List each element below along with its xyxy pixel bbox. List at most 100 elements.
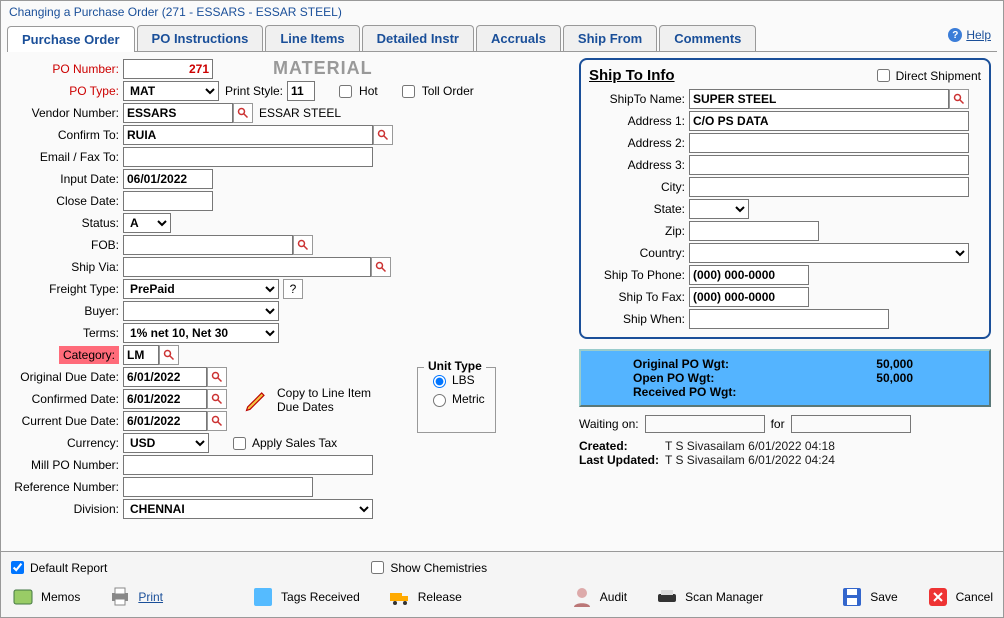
orig-due-input[interactable] <box>123 367 207 387</box>
default-report-checkbox[interactable] <box>11 561 24 574</box>
division-select[interactable]: CHENNAI <box>123 499 373 519</box>
freight-help-button[interactable]: ? <box>283 279 303 299</box>
help-icon: ? <box>948 28 962 42</box>
shipto-state-select[interactable] <box>689 199 749 219</box>
weights-panel: Original PO Wgt:50,000 Open PO Wgt:50,00… <box>579 349 991 407</box>
created-label: Created: <box>579 439 659 453</box>
ref-num-input[interactable] <box>123 477 313 497</box>
shipto-when-input[interactable] <box>689 309 889 329</box>
unit-lbs-radio[interactable]: LBS <box>428 372 475 388</box>
conf-date-input[interactable] <box>123 389 207 409</box>
unit-metric-radio[interactable]: Metric <box>428 391 485 407</box>
apply-tax-checkbox-label[interactable]: Apply Sales Tax <box>229 434 337 453</box>
po-number-input[interactable] <box>123 59 213 79</box>
ship-to-header: Ship To Info <box>589 67 675 84</box>
show-chemistries-checkbox-label[interactable]: Show Chemistries <box>367 558 487 577</box>
vendor-number-input[interactable] <box>123 103 233 123</box>
audit-button[interactable]: Audit <box>566 583 631 611</box>
copy-due-dates-button[interactable]: Copy to Line Item Due Dates <box>243 367 387 433</box>
tab-ship-from[interactable]: Ship From <box>563 25 657 51</box>
default-report-checkbox-label[interactable]: Default Report <box>7 558 107 577</box>
release-button[interactable]: Release <box>384 583 466 611</box>
save-button[interactable]: Save <box>836 583 901 611</box>
open-wgt-label: Open PO Wgt: <box>633 371 714 385</box>
po-type-select[interactable]: MAT <box>123 81 219 101</box>
magnifier-icon <box>163 349 175 361</box>
help-link[interactable]: ? Help <box>948 28 991 42</box>
truck-icon <box>388 585 412 609</box>
shipto-addr1-input[interactable] <box>689 111 969 131</box>
shipto-name-label: ShipTo Name: <box>589 92 689 106</box>
apply-tax-checkbox[interactable] <box>233 437 246 450</box>
material-header: MATERIAL <box>273 58 373 79</box>
input-date-field[interactable] <box>123 169 213 189</box>
show-chemistries-checkbox[interactable] <box>371 561 384 574</box>
tab-purchase-order[interactable]: Purchase Order <box>7 26 135 52</box>
shipto-zip-input[interactable] <box>689 221 819 241</box>
shipto-phone-input[interactable] <box>689 265 809 285</box>
status-select[interactable]: A <box>123 213 171 233</box>
magnifier-icon <box>377 129 389 141</box>
scanner-icon <box>655 585 679 609</box>
confirm-to-input[interactable] <box>123 125 373 145</box>
shipto-fax-input[interactable] <box>689 287 809 307</box>
toll-checkbox-label[interactable]: Toll Order <box>398 82 474 101</box>
memos-button[interactable]: Memos <box>7 583 84 611</box>
updated-value: T S Sivasailam 6/01/2022 04:24 <box>665 453 835 467</box>
toll-checkbox[interactable] <box>402 85 415 98</box>
tab-detailed-instr[interactable]: Detailed Instr <box>362 25 474 51</box>
category-label: Category: <box>7 348 123 362</box>
mill-po-input[interactable] <box>123 455 373 475</box>
shipto-city-input[interactable] <box>689 177 969 197</box>
ship-via-input[interactable] <box>123 257 371 277</box>
buyer-select[interactable] <box>123 301 279 321</box>
print-button[interactable]: Print <box>104 583 167 611</box>
fob-lookup-button[interactable] <box>293 235 313 255</box>
confirm-to-lookup-button[interactable] <box>373 125 393 145</box>
waiting-on-input[interactable] <box>645 415 765 433</box>
curr-due-input[interactable] <box>123 411 207 431</box>
hot-checkbox-label[interactable]: Hot <box>335 82 378 101</box>
shipto-addr3-input[interactable] <box>689 155 969 175</box>
terms-select[interactable]: 1% net 10, Net 30 <box>123 323 279 343</box>
shipto-fax-label: Ship To Fax: <box>589 290 689 304</box>
orig-due-lookup-button[interactable] <box>207 367 227 387</box>
magnifier-icon <box>211 393 223 405</box>
ship-to-panel: Ship To Info Direct Shipment ShipTo Name… <box>579 58 991 339</box>
close-date-field[interactable] <box>123 191 213 211</box>
email-fax-input[interactable] <box>123 147 373 167</box>
direct-shipment-checkbox[interactable] <box>877 69 890 82</box>
hot-checkbox[interactable] <box>339 85 352 98</box>
category-input[interactable] <box>123 345 159 365</box>
shipto-name-input[interactable] <box>689 89 949 109</box>
copy-due-dates-label: Copy to Line Item Due Dates <box>277 386 387 414</box>
waiting-for-input[interactable] <box>791 415 911 433</box>
shipto-country-select[interactable] <box>689 243 969 263</box>
ship-via-lookup-button[interactable] <box>371 257 391 277</box>
shipto-name-lookup-button[interactable] <box>949 89 969 109</box>
print-style-input[interactable] <box>287 81 315 101</box>
vendor-lookup-button[interactable] <box>233 103 253 123</box>
tab-line-items[interactable]: Line Items <box>265 25 359 51</box>
close-date-label: Close Date: <box>7 194 123 208</box>
fob-input[interactable] <box>123 235 293 255</box>
direct-shipment-checkbox-label[interactable]: Direct Shipment <box>873 66 981 85</box>
currency-select[interactable]: USD <box>123 433 209 453</box>
vendor-name-text: ESSAR STEEL <box>259 106 341 120</box>
recv-wgt-label: Received PO Wgt: <box>633 385 736 399</box>
freight-type-select[interactable]: PrePaid <box>123 279 279 299</box>
tab-po-instructions[interactable]: PO Instructions <box>137 25 264 51</box>
curr-due-lookup-button[interactable] <box>207 411 227 431</box>
magnifier-icon <box>211 415 223 427</box>
cancel-button[interactable]: Cancel <box>922 583 997 611</box>
category-lookup-button[interactable] <box>159 345 179 365</box>
tab-comments[interactable]: Comments <box>659 25 756 51</box>
created-value: T S Sivasailam 6/01/2022 04:18 <box>665 439 835 453</box>
tags-received-button[interactable]: Tags Received <box>247 583 364 611</box>
scan-manager-button[interactable]: Scan Manager <box>651 583 767 611</box>
shipto-addr2-input[interactable] <box>689 133 969 153</box>
email-fax-label: Email / Fax To: <box>7 150 123 164</box>
window-title: Changing a Purchase Order (271 - ESSARS … <box>1 1 1003 23</box>
conf-date-lookup-button[interactable] <box>207 389 227 409</box>
tab-accruals[interactable]: Accruals <box>476 25 561 51</box>
